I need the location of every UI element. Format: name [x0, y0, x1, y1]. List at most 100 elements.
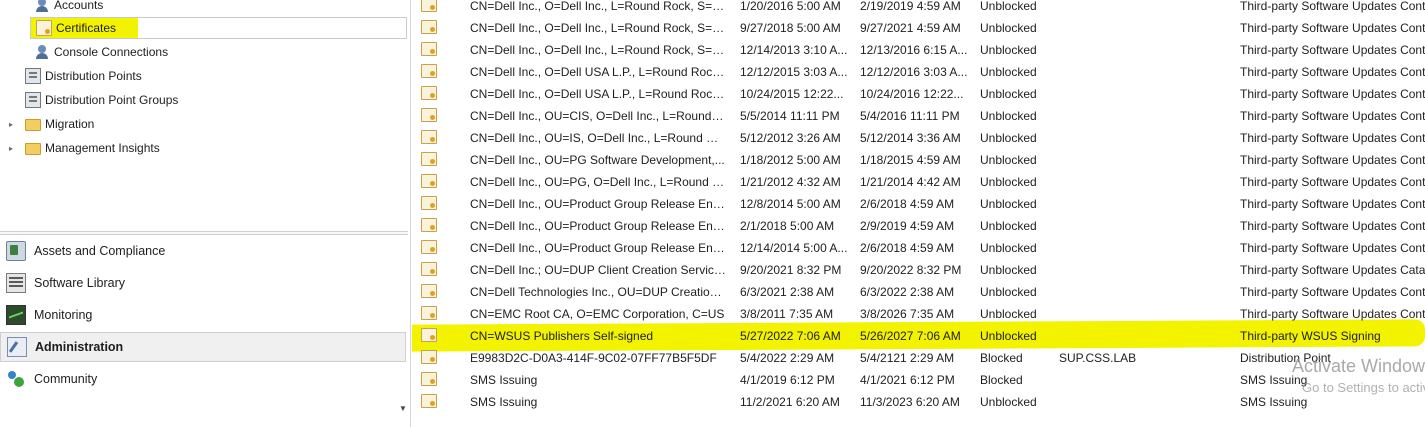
- tree-item-label: Management Insights: [45, 141, 160, 155]
- site-cell: [1059, 259, 1219, 281]
- workspace-monitoring[interactable]: Monitoring: [0, 300, 406, 330]
- status-cell: Unblocked: [980, 219, 1037, 233]
- valid-from-cell: 11/2/2021 6:20 AM: [740, 395, 840, 409]
- certificate-icon: [421, 130, 437, 144]
- expiration-cell: 11/3/2023 6:20 AM: [860, 395, 960, 409]
- certificate-icon: [421, 350, 437, 364]
- navigation-pane: Accounts Certificates Console Connection…: [0, 0, 411, 427]
- table-row[interactable]: CN=Dell Inc., O=Dell Inc., L=Round Rock,…: [412, 17, 1425, 39]
- table-row[interactable]: CN=Dell Inc., OU=PG, O=Dell Inc., L=Roun…: [412, 171, 1425, 193]
- status-cell: Unblocked: [980, 21, 1037, 35]
- admin-icon: [7, 337, 27, 357]
- table-row[interactable]: CN=Dell Inc., O=Dell USA L.P., L=Round R…: [412, 83, 1425, 105]
- status-cell: Unblocked: [980, 175, 1037, 189]
- site-cell: [1059, 39, 1219, 61]
- certificate-icon: [421, 237, 437, 259]
- table-row[interactable]: CN=Dell Inc., O=Dell Inc., L=Round Rock,…: [412, 0, 1425, 17]
- tree-item-certificates[interactable]: Certificates: [30, 17, 407, 39]
- tree-item-management-insights[interactable]: Management Insights: [25, 137, 160, 159]
- certificate-icon: [421, 83, 437, 105]
- subject-cell: CN=Dell Inc., OU=PG Software Development…: [470, 153, 725, 167]
- type-cell: Third-party Software Updates Cont: [1240, 43, 1425, 57]
- table-row[interactable]: CN=EMC Root CA, O=EMC Corporation, C=US 3…: [412, 303, 1425, 325]
- certificate-icon: [421, 262, 437, 276]
- type-cell: Third-party Software Updates Cont: [1240, 87, 1425, 101]
- table-row[interactable]: CN=Dell Inc., OU=Product Group Release E…: [412, 193, 1425, 215]
- subject-cell: CN=Dell Inc., OU=CIS, O=Dell Inc., L=Rou…: [470, 109, 726, 123]
- tree-item-distribution-points[interactable]: Distribution Points: [25, 65, 142, 87]
- workspace-software-library[interactable]: Software Library: [0, 268, 406, 298]
- expand-chevron-icon[interactable]: ▸: [9, 145, 17, 153]
- subject-cell: CN=Dell Inc., OU=PG, O=Dell Inc., L=Roun…: [470, 175, 726, 189]
- expand-chevron-icon[interactable]: ▸: [9, 121, 17, 129]
- site-cell: [1059, 215, 1219, 237]
- status-cell: Unblocked: [980, 307, 1037, 321]
- valid-from-cell: 2/1/2018 5:00 AM: [740, 219, 835, 233]
- certificate-icon: [421, 39, 437, 61]
- site-cell: [1059, 17, 1219, 39]
- workspace-administration[interactable]: Administration: [0, 332, 406, 362]
- workspace-assets-and-compliance[interactable]: Assets and Compliance: [0, 236, 406, 266]
- table-row[interactable]: CN=WSUS Publishers Self-signed 5/27/2022 …: [412, 325, 1425, 347]
- scroll-down-arrow-icon[interactable]: ▼: [399, 404, 407, 413]
- certificate-icon: [421, 218, 437, 232]
- certificate-icon: [421, 303, 437, 325]
- site-cell: [1059, 193, 1219, 215]
- tree-item-console-connections[interactable]: Console Connections: [34, 41, 168, 63]
- subject-cell: E9983D2C-D0A3-414F-9C02-07FF77B5F5DF: [470, 351, 717, 365]
- table-row[interactable]: SMS Issuing 11/2/2021 6:20 AM 11/3/2023 6:…: [412, 391, 1425, 413]
- table-row[interactable]: CN=Dell Technologies Inc., OU=DUP Creati…: [412, 281, 1425, 303]
- table-row[interactable]: SMS Issuing 4/1/2019 6:12 PM 4/1/2021 6:12…: [412, 369, 1425, 391]
- certificate-icon: [421, 42, 437, 56]
- expiration-cell: 2/6/2018 4:59 AM: [860, 241, 955, 255]
- expiration-cell: 12/12/2016 3:03 A...: [860, 65, 968, 79]
- expiration-cell: 5/4/2016 11:11 PM: [860, 109, 960, 123]
- table-row[interactable]: CN=Dell Inc., OU=IS, O=Dell Inc., L=Roun…: [412, 127, 1425, 149]
- expiration-cell: 5/12/2014 3:36 AM: [860, 131, 961, 145]
- table-row[interactable]: CN=Dell Inc., OU=Product Group Release E…: [412, 237, 1425, 259]
- certificate-icon: [421, 240, 437, 254]
- table-row[interactable]: CN=Dell Inc., OU=Product Group Release E…: [412, 215, 1425, 237]
- valid-from-cell: 6/3/2021 2:38 AM: [740, 285, 835, 299]
- certificates-list: CN=Dell Inc., O=Dell Inc., L=Round Rock,…: [412, 0, 1425, 427]
- certificate-icon: [421, 0, 437, 12]
- subject-cell: CN=Dell Inc., OU=Product Group Release E…: [470, 219, 726, 233]
- expiration-cell: 12/13/2016 6:15 A...: [860, 43, 968, 57]
- site-cell: [1059, 0, 1219, 17]
- valid-from-cell: 1/21/2012 4:32 AM: [740, 175, 841, 189]
- distribution-point-icon: [25, 92, 41, 108]
- table-row[interactable]: CN=Dell Inc., O=Dell USA L.P., L=Round R…: [412, 61, 1425, 83]
- user-icon: [34, 44, 50, 60]
- table-row[interactable]: E9983D2C-D0A3-414F-9C02-07FF77B5F5DF 5/4/…: [412, 347, 1425, 369]
- valid-from-cell: 12/12/2015 3:03 A...: [740, 65, 848, 79]
- certificate-icon: [421, 215, 437, 237]
- expiration-cell: 9/27/2021 4:59 AM: [860, 21, 961, 35]
- site-cell: [1059, 127, 1219, 149]
- table-row[interactable]: CN=Dell Inc., O=Dell Inc., L=Round Rock,…: [412, 39, 1425, 61]
- type-cell: Third-party Software Updates Cont: [1240, 65, 1425, 79]
- site-cell: [1059, 83, 1219, 105]
- site-cell: [1059, 105, 1219, 127]
- valid-from-cell: 5/12/2012 3:26 AM: [740, 131, 841, 145]
- site-cell: [1059, 149, 1219, 171]
- tree-item-accounts[interactable]: Accounts: [34, 0, 103, 16]
- tree-item-migration[interactable]: Migration: [25, 113, 94, 135]
- table-row[interactable]: CN=Dell Inc., OU=PG Software Development…: [412, 149, 1425, 171]
- expiration-cell: 1/21/2014 4:42 AM: [860, 175, 961, 189]
- valid-from-cell: 3/8/2011 7:35 AM: [740, 307, 834, 321]
- workspace-label: Assets and Compliance: [34, 244, 166, 258]
- certificate-icon: [421, 306, 437, 320]
- valid-from-cell: 12/8/2014 5:00 AM: [740, 197, 841, 211]
- tree-item-label: Certificates: [56, 21, 117, 35]
- site-cell: [1059, 171, 1219, 193]
- site-cell: [1059, 369, 1219, 391]
- expiration-cell: 5/4/2121 2:29 AM: [860, 351, 955, 365]
- pane-splitter[interactable]: [0, 231, 408, 235]
- workspace-community[interactable]: Community: [0, 364, 406, 394]
- table-row[interactable]: CN=Dell Inc., OU=CIS, O=Dell Inc., L=Rou…: [412, 105, 1425, 127]
- table-row[interactable]: CN=Dell Inc.; OU=DUP Client Creation Ser…: [412, 259, 1425, 281]
- subject-cell: CN=EMC Root CA, O=EMC Corporation, C=US: [470, 307, 725, 321]
- workspace-label: Software Library: [34, 276, 126, 290]
- tree-item-distribution-point-groups[interactable]: Distribution Point Groups: [25, 89, 178, 111]
- type-cell: Third-party Software Updates Cont: [1240, 307, 1425, 321]
